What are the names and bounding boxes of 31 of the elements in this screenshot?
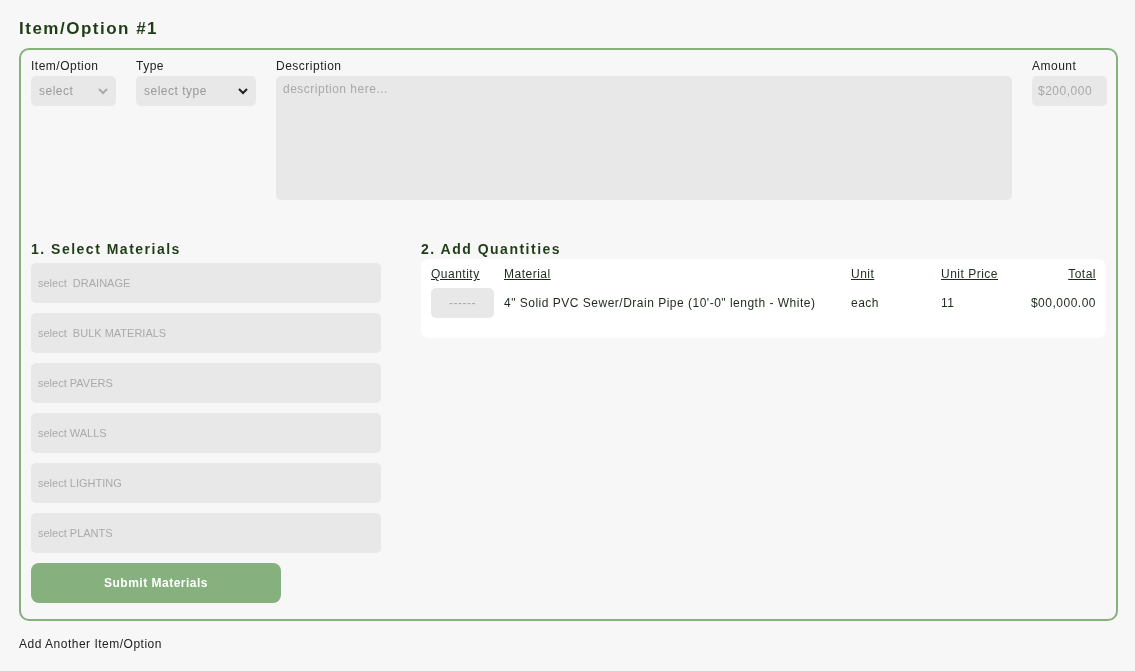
material-select[interactable]: select LIGHTING [31,463,381,503]
field-label: Description [276,59,343,73]
item-option-select[interactable]: select [31,76,116,106]
material-select[interactable]: select PAVERS [31,363,381,403]
type-select[interactable]: select type [136,76,256,106]
section-heading: 1. Select Materials [31,241,182,257]
field-label: Type [136,59,165,73]
column-header: Total [1068,267,1096,281]
quantity-field[interactable]: ------ [431,288,494,318]
amount-field[interactable]: $200,000 [1032,76,1107,106]
material-select[interactable]: select DRAINAGE [31,263,381,303]
table-cell-text: each [851,296,881,310]
field-label: Item/Option [31,59,100,73]
material-select[interactable]: select BULK MATERIALS [31,313,381,353]
description-field[interactable]: description here... [276,76,1012,200]
material-select[interactable]: select PLANTS [31,513,381,553]
column-header: Material [504,267,552,281]
field-label: Amount [1032,59,1078,73]
add-item-link[interactable]: Add Another Item/Option [19,637,162,651]
section-title: Item/Option #1 [19,19,160,39]
section-heading: 2. Add Quantities [421,241,563,257]
table-cell-text: 11 [941,296,956,310]
chevron-down-icon [238,87,248,95]
table-cell-text: 4" Solid PVC Sewer/Drain Pipe (10'-0" length - White) [504,296,817,310]
column-header: Unit [851,267,876,281]
column-header: Quantity [431,267,481,281]
material-select[interactable]: select WALLS [31,413,381,453]
submit-materials-button[interactable]: Submit Materials [31,563,281,603]
table-cell: $00,000.00 [1030,296,1096,310]
column-header: Unit Price [941,267,999,281]
chevron-down-icon [98,87,108,95]
